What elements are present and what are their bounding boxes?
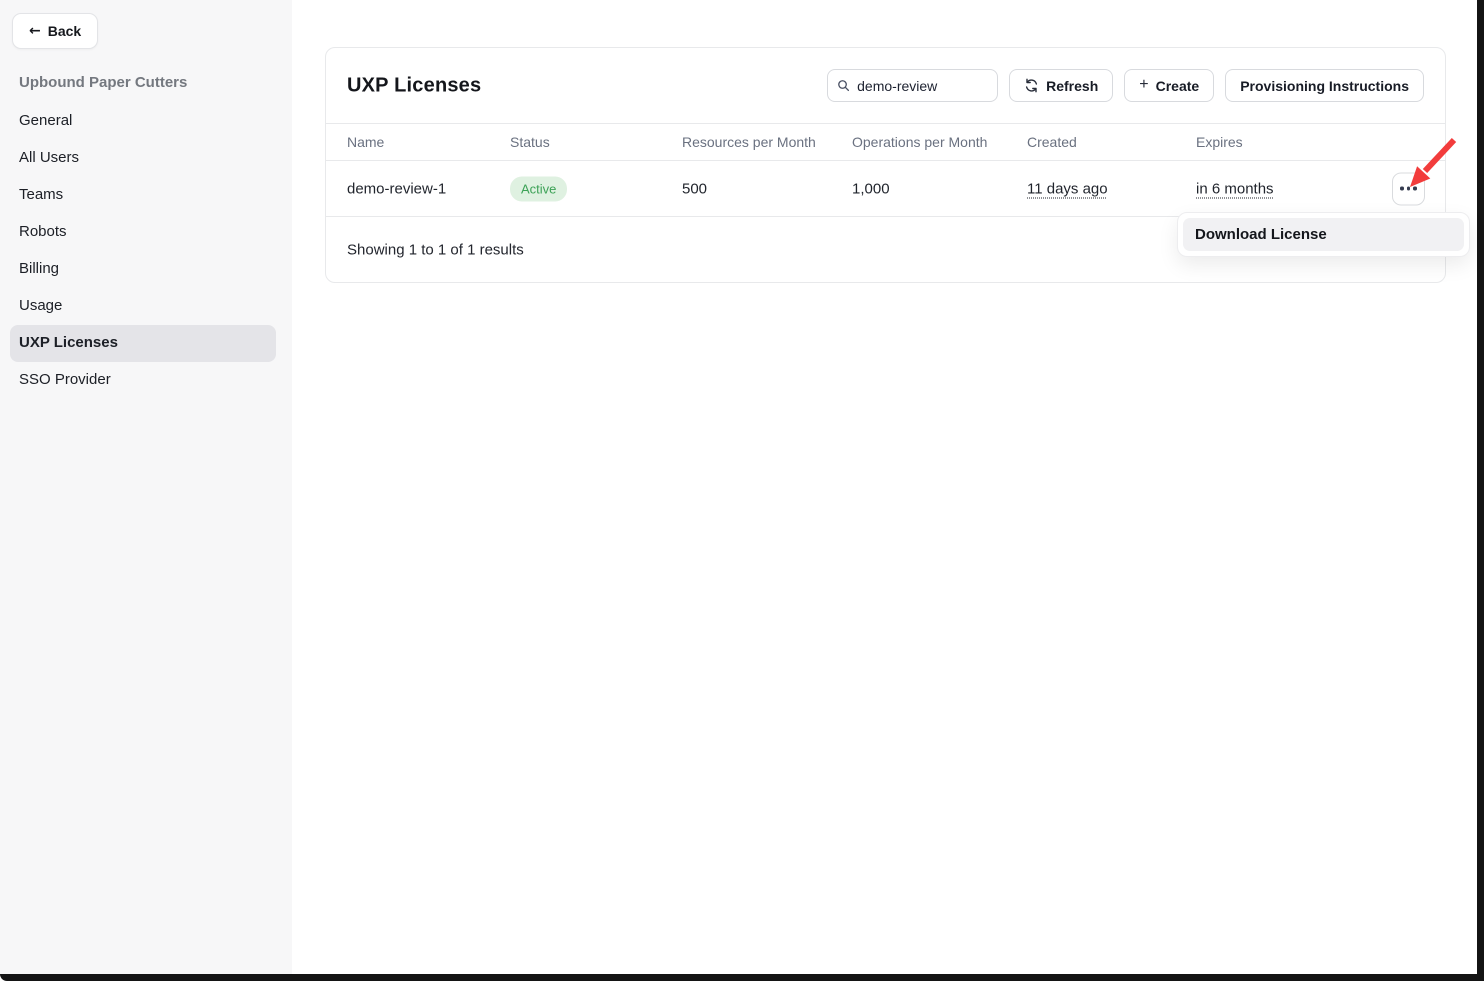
search-input[interactable] — [857, 78, 988, 94]
sidebar-item-all-users[interactable]: All Users — [10, 140, 276, 177]
refresh-button[interactable]: Refresh — [1009, 69, 1113, 102]
org-title: Upbound Paper Cutters — [19, 74, 187, 91]
expires-value[interactable]: in 6 months — [1196, 180, 1274, 197]
column-header-status: Status — [510, 134, 550, 150]
sidebar-item-sso-provider[interactable]: SSO Provider — [10, 362, 276, 399]
table-header-row: Name Status Resources per Month Operatio… — [326, 124, 1445, 161]
sidebar-item-uxp-licenses[interactable]: UXP Licenses — [10, 325, 276, 362]
sidebar-item-billing[interactable]: Billing — [10, 251, 276, 288]
card-header: UXP Licenses Refresh — [326, 48, 1445, 124]
toolbar: Refresh + Create Provisioning Instructio… — [827, 69, 1424, 102]
ellipsis-icon — [1413, 187, 1416, 190]
column-header-resources-per-month: Resources per Month — [682, 134, 816, 150]
sidebar-item-general[interactable]: General — [10, 103, 276, 140]
row-actions-menu: Download License — [1177, 212, 1470, 257]
search-icon — [837, 78, 850, 93]
page-title: UXP Licenses — [347, 74, 481, 97]
results-count-text: Showing 1 to 1 of 1 results — [347, 241, 524, 258]
app-window: ← Back Upbound Paper Cutters General All… — [0, 0, 1484, 981]
ellipsis-icon — [1400, 187, 1403, 190]
back-arrow-icon: ← — [29, 23, 41, 39]
create-button-label: Create — [1156, 78, 1200, 94]
operations-per-month-value: 1,000 — [852, 180, 890, 197]
provisioning-instructions-button[interactable]: Provisioning Instructions — [1225, 69, 1424, 102]
status-cell: Active — [510, 176, 567, 201]
menu-item-download-license[interactable]: Download License — [1183, 218, 1464, 251]
refresh-icon — [1024, 78, 1039, 93]
column-header-name: Name — [347, 134, 384, 150]
back-button[interactable]: ← Back — [12, 13, 98, 49]
resources-per-month-value: 500 — [682, 180, 707, 197]
search-box[interactable] — [827, 69, 998, 102]
created-value[interactable]: 11 days ago — [1027, 180, 1108, 197]
column-header-operations-per-month: Operations per Month — [852, 134, 987, 150]
status-badge: Active — [510, 176, 567, 201]
create-button[interactable]: + Create — [1124, 69, 1214, 102]
provisioning-instructions-label: Provisioning Instructions — [1240, 78, 1409, 94]
back-button-label: Back — [48, 23, 81, 39]
window-right-edge — [1477, 0, 1484, 981]
license-name: demo-review-1 — [347, 180, 446, 197]
sidebar-item-usage[interactable]: Usage — [10, 288, 276, 325]
sidebar-item-robots[interactable]: Robots — [10, 214, 276, 251]
sidebar-nav: General All Users Teams Robots Billing U… — [0, 103, 292, 399]
sidebar-item-teams[interactable]: Teams — [10, 177, 276, 214]
plus-icon: + — [1139, 77, 1148, 93]
ellipsis-icon — [1407, 187, 1410, 190]
window-bottom-edge — [0, 974, 1484, 981]
column-header-created: Created — [1027, 134, 1077, 150]
table-row: demo-review-1 Active 500 1,000 11 days a… — [326, 161, 1445, 217]
row-actions-menu-button[interactable] — [1392, 172, 1425, 205]
refresh-button-label: Refresh — [1046, 78, 1098, 94]
settings-sidebar: ← Back Upbound Paper Cutters General All… — [0, 0, 292, 974]
column-header-expires: Expires — [1196, 134, 1243, 150]
